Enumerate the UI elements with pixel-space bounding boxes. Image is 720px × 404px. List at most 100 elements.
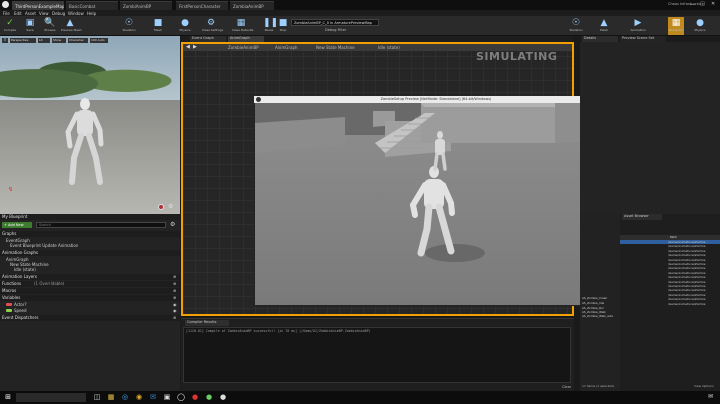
asset-path-row[interactable]: /Game/Animations/Zombie <box>668 284 706 288</box>
section-variables[interactable]: Variables <box>0 295 180 301</box>
taskbar-search-box[interactable] <box>16 393 86 402</box>
blueprint-settings-icon[interactable]: ⚙ <box>170 221 175 228</box>
lit-button[interactable]: Lit <box>38 38 50 43</box>
notification-icon[interactable]: ✉ <box>708 393 713 400</box>
add-layer-icon[interactable]: ⊕ <box>173 274 176 279</box>
add-dispatcher-icon[interactable]: ⊕ <box>173 315 176 320</box>
asset-path-row[interactable]: /Game/Animations/Zombie <box>668 293 706 297</box>
skeleton-mode-icon: ☉ <box>571 18 581 28</box>
mode-skeleton-button[interactable]: ☉ Skeleton <box>566 17 586 35</box>
asset-path-row[interactable]: /Game/Animations/Zombie <box>668 302 706 306</box>
asset-path-row[interactable]: /Game/Animations/Zombie <box>668 240 706 244</box>
breadcrumb-2[interactable]: New State Machine <box>316 45 355 50</box>
forward-arrow-icon[interactable]: ▶ <box>193 44 197 50</box>
add-function-icon[interactable]: ⊕ <box>173 281 176 286</box>
taskview-icon[interactable]: ◫ <box>92 393 102 402</box>
viewport-menu-button[interactable]: ☰ <box>2 38 8 43</box>
asset-path-row[interactable]: /Game/Animations/Zombie <box>668 297 706 301</box>
section-functions[interactable]: Functions <box>0 281 180 287</box>
section-animation-graphs[interactable]: Animation Graphs <box>0 250 180 256</box>
physics-button[interactable]: ● Physics <box>176 17 194 35</box>
record-button[interactable] <box>158 204 164 210</box>
mesh-button[interactable]: ■ Mesh <box>149 17 167 35</box>
blueprint-search-input[interactable]: Search <box>36 222 166 228</box>
path-column-header[interactable]: Path <box>670 235 677 239</box>
view-options-button[interactable]: View Options <box>694 384 714 388</box>
character-button[interactable]: Character <box>68 38 88 43</box>
variable-actor[interactable]: Actor? <box>14 302 27 307</box>
variable-speed[interactable]: Speed <box>14 308 27 313</box>
add-macro-icon[interactable]: ⊕ <box>173 288 176 293</box>
class-defaults-button[interactable]: ▦ Class Defaults <box>232 17 253 35</box>
save-button[interactable]: ▣ Save <box>21 17 39 35</box>
asset-item-4[interactable]: AS_Zombie_Walk_side <box>582 314 613 318</box>
section-animation-layers[interactable]: Animation Layers <box>0 274 180 280</box>
item-idle-state[interactable]: Idle (state) <box>14 267 36 272</box>
preview-scene-settings-tab[interactable]: Preview Scene Set <box>620 36 666 42</box>
details-tab[interactable]: Details <box>582 36 618 42</box>
add-variable-icon[interactable]: ⊕ <box>173 295 176 300</box>
back-arrow-icon[interactable]: ◀ <box>186 44 190 50</box>
asset-path-row[interactable]: /Game/Animations/Zombie <box>668 288 706 292</box>
variable-visibility-icon[interactable]: ◉ <box>173 308 177 313</box>
asset-path-row[interactable]: /Game/Animations/Zombie <box>668 244 706 248</box>
section-event-dispatchers[interactable]: Event Dispatchers <box>0 315 180 321</box>
windows-start-icon[interactable]: ⊞ <box>3 393 13 402</box>
section-macros[interactable]: Macros <box>0 288 180 294</box>
asset-path-row[interactable]: /Game/Animations/Zombie <box>668 280 706 284</box>
explorer-icon[interactable]: ▦ <box>106 393 116 402</box>
asset-item-3[interactable]: AS_Zombie_Idle <box>582 301 604 305</box>
asset-item-2[interactable]: AS_Zombie_Crawl <box>582 296 607 300</box>
chrome-icon[interactable]: ◉ <box>134 393 144 402</box>
store-icon[interactable]: ▣ <box>162 393 172 402</box>
show-button[interactable]: Show <box>52 38 66 43</box>
variable-color-icon <box>6 303 12 306</box>
tab-2[interactable]: ZombiAnimBP <box>120 1 172 10</box>
asset-browser-tab[interactable]: Asset Browser <box>622 214 662 220</box>
perspective-button[interactable]: Perspective <box>10 38 36 43</box>
unreal-icon[interactable]: ◯ <box>176 393 186 402</box>
asset-path-row[interactable]: /Game/Animations/Zombie <box>668 262 706 266</box>
edge-icon[interactable]: ◎ <box>120 393 130 402</box>
minimize-icon[interactable]: — <box>690 2 695 8</box>
close-icon[interactable]: ✕ <box>711 1 715 7</box>
app-icon[interactable]: ● <box>190 393 200 402</box>
debug-filter-select[interactable]: ZombieAnimBP_C_0 in ArmaturePreviewMap <box>291 19 379 26</box>
asset-path-row[interactable]: /Game/Animations/Zombie <box>668 258 706 262</box>
asset-path-row[interactable]: /Game/Animations/Zombie <box>668 275 706 279</box>
variable-visibility-icon[interactable]: ◉ <box>173 302 177 307</box>
app-icon[interactable]: ● <box>204 393 214 402</box>
breadcrumb-1[interactable]: AnimGraph <box>275 45 298 50</box>
preview-mesh-button[interactable]: ▲ Preview Mesh <box>61 17 82 35</box>
browse-button[interactable]: 🔍 Browse <box>41 17 59 35</box>
asset-path-row[interactable]: /Game/Animations/Zombie <box>668 266 706 270</box>
breadcrumb-0[interactable]: ZombieAnimBP <box>228 45 259 50</box>
mode-animation-button[interactable]: ▶ Animation <box>624 17 652 35</box>
class-settings-button[interactable]: ⚙ Class Settings <box>202 17 223 35</box>
tab-4[interactable]: ZombiaAnimBP <box>230 1 274 10</box>
stop-button[interactable]: ■ Stop <box>274 17 292 35</box>
tab-0[interactable]: ThirdPersonExampleMap <box>12 1 64 10</box>
compiler-results-tab[interactable]: Compiler Results <box>185 320 229 326</box>
my-blueprint-tab[interactable]: My Blueprint <box>0 214 180 220</box>
add-new-button[interactable]: + Add New <box>2 222 32 228</box>
clear-button[interactable]: Clear <box>562 385 571 389</box>
section-graphs[interactable]: Graphs <box>0 231 180 237</box>
mode-physics-button[interactable]: ● Physics <box>690 17 710 35</box>
asset-path-row[interactable]: /Game/Animations/Zombie <box>668 271 706 275</box>
skeleton-button[interactable]: ☉ Skeleton <box>120 17 138 35</box>
compile-button[interactable]: ✓ Compile <box>1 17 19 35</box>
tab-3[interactable]: FirstPersonCharacter <box>176 1 228 10</box>
mail-icon[interactable]: ✉ <box>148 393 158 402</box>
mode-blueprint-button[interactable]: ▦ Blueprint <box>668 17 684 35</box>
asset-path-row[interactable]: /Game/Animations/Zombie <box>668 249 706 253</box>
asset-path-row[interactable]: /Game/Animations/Zombie <box>668 253 706 257</box>
tab-1[interactable]: BasicCombat <box>66 1 118 10</box>
breadcrumb-3[interactable]: Idle (state) <box>378 45 400 50</box>
maximize-icon[interactable]: □ <box>700 1 705 7</box>
app-icon[interactable]: ● <box>218 393 228 402</box>
mode-mesh-button[interactable]: ▲ Mesh <box>594 17 614 35</box>
item-event-update[interactable]: Event Blueprint Update Animation <box>10 243 78 248</box>
playback-speed-button[interactable]: 100 Auto <box>90 38 108 43</box>
viewport-options-icon[interactable]: ⚙ <box>168 203 173 210</box>
